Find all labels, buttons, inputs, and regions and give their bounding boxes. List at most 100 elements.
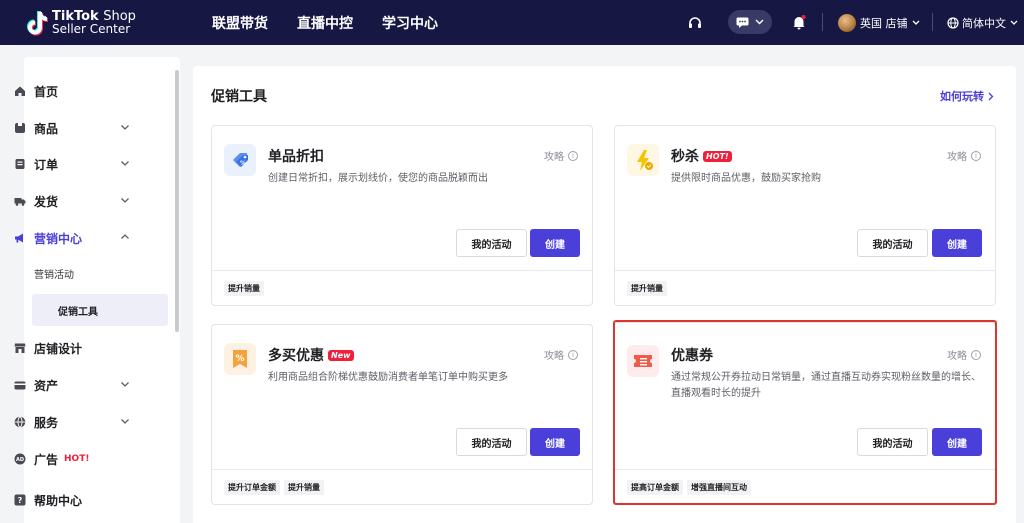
support-button[interactable] (688, 0, 702, 45)
card-title-row: 优惠券 (671, 345, 713, 365)
svg-text:%: % (240, 160, 246, 167)
hot-badge: HOT! (703, 150, 732, 162)
discount-tag-icon: % (224, 144, 256, 176)
guide-link[interactable]: 攻略 i (947, 148, 981, 163)
megaphone-icon (15, 233, 23, 243)
card-divider (212, 469, 592, 470)
chevron-down-icon (121, 382, 129, 387)
sidebar-item-marketing[interactable]: 营销中心 (14, 228, 154, 248)
card-divider (615, 469, 995, 470)
sidebar-subitem-campaigns[interactable]: 营销活动 (8, 257, 144, 289)
sidebar-item-help-center[interactable]: ? 帮助中心 (14, 490, 154, 510)
card-description: 通过常规公开券拉动日常销量，通过直播互动券实现粉丝数量的增长、直播观看时长的提升 (671, 372, 981, 399)
sidebar-item-label: 营销中心 (34, 231, 83, 246)
nav-learning-center[interactable]: 学习中心 (382, 13, 438, 33)
my-activity-button[interactable]: 我的活动 (857, 229, 928, 257)
store-name: 英国 店铺 (860, 16, 908, 30)
ad-icon: AD (14, 453, 26, 465)
sidebar-item-label: 资产 (34, 378, 59, 393)
sidebar-item-label: 发货 (34, 194, 59, 209)
language-switcher[interactable]: 简体中文 (947, 0, 1018, 45)
help-icon: ? (14, 494, 26, 506)
sidebar-item-label: 首页 (34, 84, 59, 99)
guide-link[interactable]: 攻略 i (544, 347, 578, 362)
store-icon (14, 343, 26, 353)
sidebar-item-label: 广告 (34, 452, 59, 467)
sidebar-subitem-promotion-tools[interactable]: 促销工具 (32, 294, 168, 326)
chevron-down-icon (121, 161, 129, 166)
tiktok-shop-logo[interactable]: TikTok Shop Seller Center (26, 8, 136, 38)
card-tags: 提升销量 (224, 281, 268, 296)
info-icon: i (971, 349, 981, 360)
svg-text:?: ? (18, 496, 23, 505)
header-divider (932, 13, 933, 31)
home-icon (15, 86, 25, 96)
svg-text:AD: AD (16, 457, 24, 463)
tag: 提高订单金额 (627, 480, 683, 495)
tiktok-logo-icon (27, 11, 48, 36)
nav-live-control[interactable]: 直播中控 (297, 13, 353, 33)
sidebar-item-label: 店铺设计 (34, 341, 83, 356)
product-icon (15, 123, 25, 133)
chevron-up-icon (121, 234, 129, 239)
card-tags: 提高订单金额 增强直播间互动 (627, 480, 755, 495)
sidebar-item-label: 帮助中心 (34, 493, 83, 508)
how-to-link[interactable]: 如何玩转 (940, 88, 994, 104)
sidebar-item-products[interactable]: 商品 (14, 118, 154, 138)
bell-icon (793, 15, 806, 30)
tool-card-coupon: 优惠券 通过常规公开券拉动日常销量，通过直播互动券实现粉丝数量的增长、直播观看时… (614, 322, 996, 504)
sidebar-item-store-design[interactable]: 店铺设计 (14, 338, 154, 358)
my-activity-button[interactable]: 我的活动 (456, 229, 527, 257)
sidebar-item-home[interactable]: 首页 (14, 81, 154, 101)
avatar (838, 13, 856, 32)
sidebar-item-label: 商品 (34, 121, 59, 136)
my-activity-button[interactable]: 我的活动 (857, 428, 928, 456)
chat-icon (736, 17, 749, 28)
truck-icon (14, 198, 26, 206)
card-tags: 提升销量 (627, 281, 671, 296)
sidebar-item-assets[interactable]: 资产 (14, 375, 154, 395)
sidebar-item-label: 订单 (34, 157, 59, 172)
my-activity-button[interactable]: 我的活动 (456, 428, 527, 456)
create-button[interactable]: 创建 (932, 428, 982, 456)
logo-text: TikTok Shop Seller Center (52, 10, 136, 36)
create-button[interactable]: 创建 (530, 229, 580, 257)
card-title-row: 秒杀 HOT! (671, 146, 732, 166)
chevron-down-icon (755, 19, 764, 25)
guide-link[interactable]: 攻略 i (544, 148, 578, 163)
card-title: 优惠券 (671, 348, 713, 364)
language-label: 简体中文 (962, 16, 1006, 30)
tag: 提升销量 (224, 281, 264, 296)
top-nav: 联盟带货 直播中控 学习中心 (212, 0, 467, 45)
coupon-icon (627, 345, 659, 377)
tool-card-flash-sale: 秒杀 HOT! 提供限时商品优惠，鼓励买家抢购 攻略 i 我的活动 创建 提升销量 (614, 125, 996, 306)
chevron-down-icon (912, 20, 919, 25)
card-tags: 提升订单金额 提升销量 (224, 480, 328, 495)
chevron-right-icon (988, 92, 994, 100)
chat-dropdown[interactable] (728, 10, 772, 34)
logo-line2: Seller Center (52, 22, 131, 36)
sidebar-item-ads[interactable]: AD 广告 HOT! (14, 449, 154, 469)
tag: 增强直播间互动 (687, 480, 751, 495)
sidebar-item-orders[interactable]: 订单 (14, 154, 154, 174)
tool-card-buy-more-save-more: % 多买优惠 New 利用商品组合阶梯优惠鼓励消费者单笔订单中购买更多 攻略 i … (211, 324, 593, 505)
guide-link[interactable]: 攻略 i (947, 347, 981, 362)
card-description: 利用商品组合阶梯优惠鼓励消费者单笔订单中购买更多 (268, 372, 508, 383)
card-title-row: 单品折扣 (268, 146, 324, 166)
nav-affiliate[interactable]: 联盟带货 (212, 13, 268, 33)
card-description: 提供限时商品优惠，鼓励买家抢购 (671, 173, 821, 184)
create-button[interactable]: 创建 (530, 428, 580, 456)
card-title: 多买优惠 (268, 348, 324, 364)
notifications-button[interactable] (792, 0, 806, 45)
sidebar-scrollbar[interactable] (175, 70, 179, 332)
sidebar-item-shipping[interactable]: 发货 (14, 191, 154, 211)
sidebar-item-services[interactable]: 服务 (14, 412, 154, 432)
chevron-down-icon (121, 125, 129, 130)
card-description: 创建日常折扣，展示划线价，使您的商品脱颖而出 (268, 173, 488, 184)
globe-icon (947, 16, 959, 29)
store-switcher[interactable]: 英国 店铺 (838, 0, 920, 45)
create-button[interactable]: 创建 (932, 229, 982, 257)
how-to-label: 如何玩转 (940, 90, 984, 103)
chevron-down-icon (121, 419, 129, 424)
guide-label: 攻略 (947, 351, 967, 362)
